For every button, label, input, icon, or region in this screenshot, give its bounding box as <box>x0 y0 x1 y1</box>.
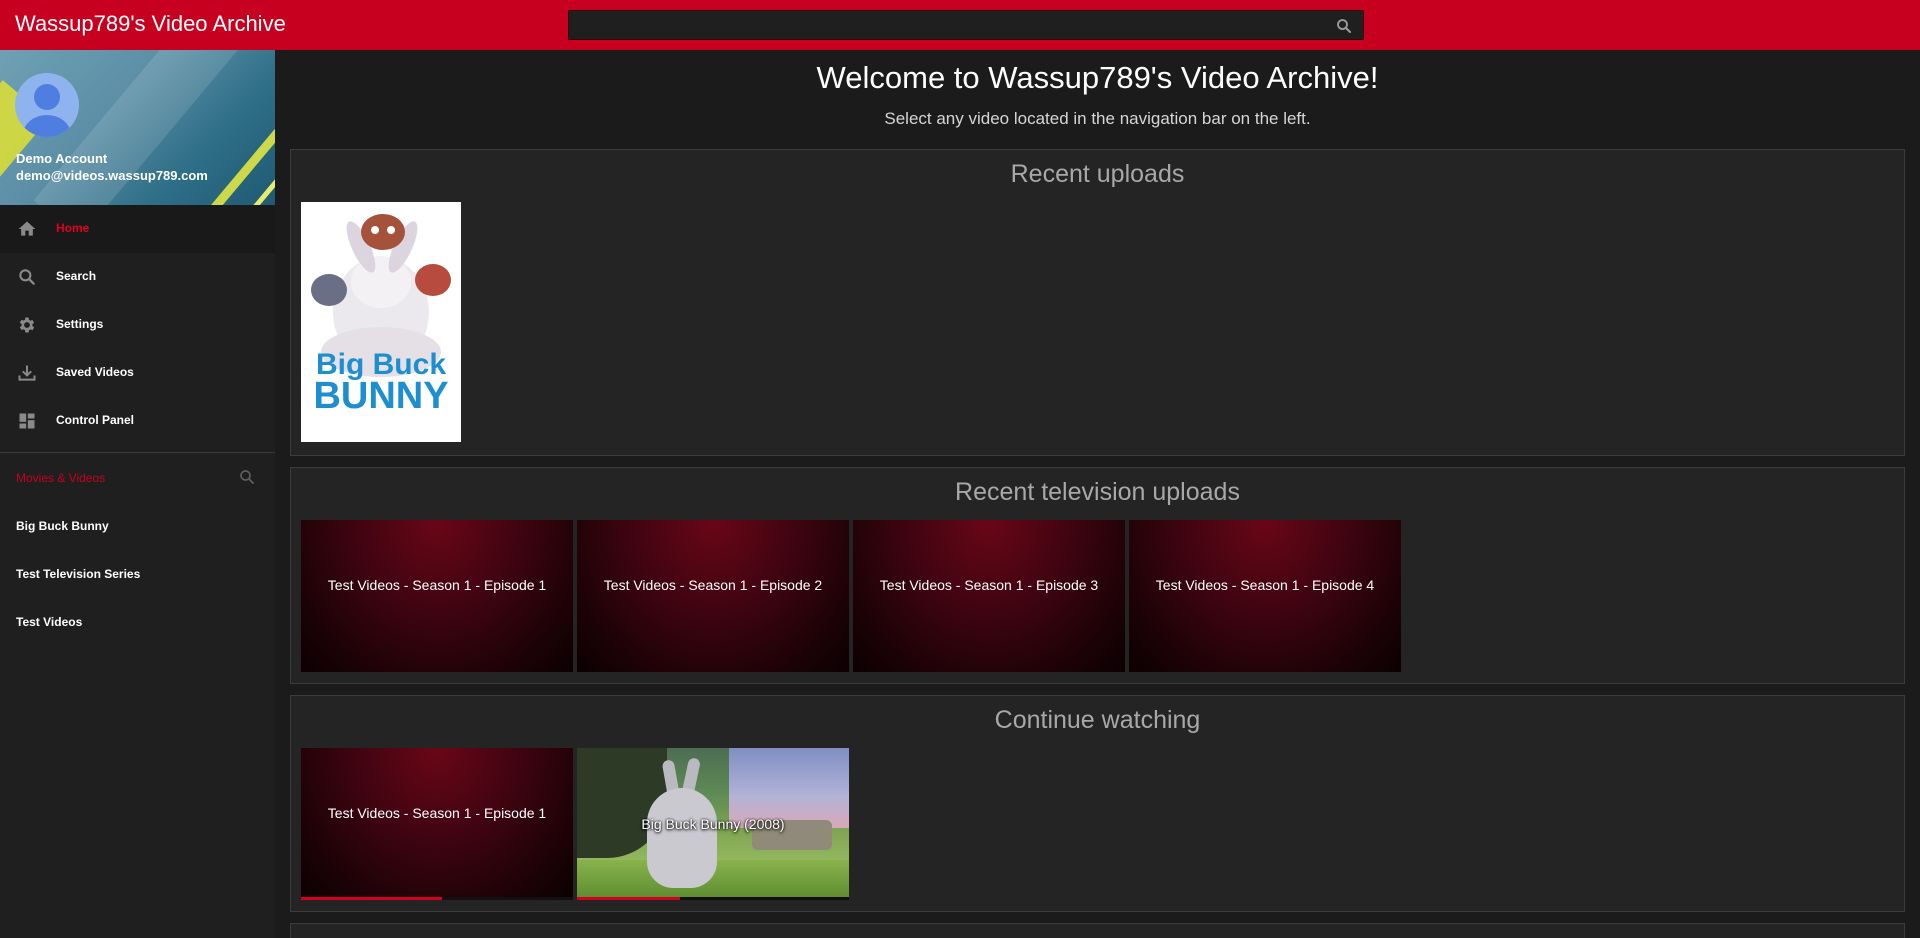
search-icon[interactable] <box>1335 17 1353 35</box>
tv-tile-label: Test Videos - Season 1 - Episode 1 <box>327 577 547 593</box>
sidebar: Demo Account demo@videos.wassup789.com H… <box>0 50 275 938</box>
recent-uploads-panel: Recent uploads Big Buck BUNNY <box>290 149 1905 456</box>
tv-tile-label: Test Videos - Season 1 - Episode 2 <box>603 577 823 593</box>
tv-tile[interactable]: Test Videos - Season 1 - Episode 4 <box>1129 520 1401 672</box>
recent-tv-title: Recent television uploads <box>955 478 1240 506</box>
next-section-panel <box>290 923 1905 938</box>
sidebar-divider <box>0 452 275 453</box>
tv-tile[interactable]: Test Videos - Season 1 - Episode 2 <box>577 520 849 672</box>
watch-progress-fill <box>301 897 443 900</box>
library-item-test-television-series[interactable]: Test Television Series <box>16 567 140 581</box>
tv-tile[interactable]: Test Videos - Season 1 - Episode 3 <box>853 520 1125 672</box>
account-email: demo@videos.wassup789.com <box>16 168 208 183</box>
watch-progress-bar <box>577 897 849 900</box>
sidebar-item-label: Control Panel <box>56 413 135 427</box>
search-box[interactable] <box>568 10 1364 40</box>
app-title[interactable]: Wassup789's Video Archive <box>15 11 286 37</box>
sidebar-item-label: Settings <box>56 317 104 331</box>
poster-big-buck-bunny[interactable]: Big Buck BUNNY <box>301 202 461 442</box>
sidebar-item-saved-videos[interactable]: Saved Videos <box>0 349 275 397</box>
continue-tile[interactable]: Test Videos - Season 1 - Episode 1 <box>301 748 573 900</box>
sidebar-item-label: Search <box>56 269 97 283</box>
sidebar-item-settings[interactable]: Settings <box>0 301 275 349</box>
tv-tile[interactable]: Test Videos - Season 1 - Episode 1 <box>301 520 573 672</box>
poster-art: Big Buck BUNNY <box>301 202 461 442</box>
download-icon <box>18 365 36 381</box>
sidebar-item-label: Saved Videos <box>56 365 134 379</box>
poster-title-line-2: BUNNY <box>313 375 448 417</box>
recent-tv-panel: Recent television uploads Test Videos - … <box>290 467 1905 684</box>
sidebar-item-label: Home <box>56 221 90 235</box>
library-item-big-buck-bunny[interactable]: Big Buck Bunny <box>16 519 109 533</box>
account-name: Demo Account <box>16 151 108 166</box>
sidebar-item-search[interactable]: Search <box>0 253 275 301</box>
gear-icon <box>19 317 35 333</box>
continue-tile[interactable]: Big Buck Bunny (2008) <box>577 748 849 900</box>
dashboard-icon <box>19 413 35 429</box>
account-header: Demo Account demo@videos.wassup789.com <box>0 50 275 205</box>
main-content: Welcome to Wassup789's Video Archive! Se… <box>275 50 1920 938</box>
sidebar-item-home[interactable]: Home <box>0 205 275 253</box>
welcome-heading: Welcome to Wassup789's Video Archive! <box>816 60 1379 95</box>
continue-watching-title: Continue watching <box>994 706 1201 734</box>
library-section-title: Movies & Videos <box>16 471 106 485</box>
avatar[interactable] <box>15 73 79 137</box>
continue-tile-label: Test Videos - Season 1 - Episode 1 <box>327 805 547 821</box>
search-icon <box>19 269 35 285</box>
watch-progress-bar <box>301 897 573 900</box>
home-icon <box>18 221 36 236</box>
continue-tile-label: Big Buck Bunny (2008) <box>641 816 785 832</box>
watch-progress-fill <box>577 897 681 900</box>
recent-uploads-title: Recent uploads <box>1010 160 1185 188</box>
library-search-icon[interactable] <box>238 468 256 486</box>
tv-tile-label: Test Videos - Season 1 - Episode 4 <box>1155 577 1375 593</box>
search-input[interactable] <box>569 11 1363 39</box>
sidebar-item-control-panel[interactable]: Control Panel <box>0 397 275 445</box>
welcome-subtitle: Select any video located in the navigati… <box>884 109 1311 128</box>
continue-watching-panel: Continue watching Test Videos - Season 1… <box>290 695 1905 912</box>
tv-tile-label: Test Videos - Season 1 - Episode 3 <box>879 577 1099 593</box>
library-item-test-videos[interactable]: Test Videos <box>16 615 82 629</box>
top-bar: Wassup789's Video Archive <box>0 0 1920 50</box>
